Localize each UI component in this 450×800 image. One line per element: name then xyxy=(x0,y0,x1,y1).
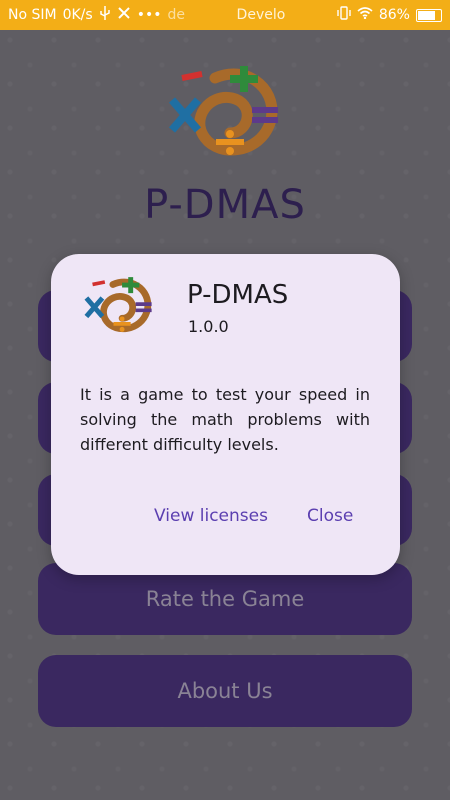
about-us-button[interactable]: About Us xyxy=(38,655,412,727)
vibrate-icon xyxy=(337,6,351,24)
about-dialog: P-DMAS 1.0.0 It is a game to test your s… xyxy=(51,254,400,575)
carrier-text: No SIM xyxy=(8,7,57,23)
battery-icon xyxy=(415,8,442,22)
status-right: 86% xyxy=(337,6,442,24)
app-logo-icon xyxy=(160,58,290,168)
status-bar: No SIM 0K/s ••• de Develo 86% xyxy=(0,0,450,30)
dialog-app-version: 1.0.0 xyxy=(188,317,229,336)
battery-percent: 86% xyxy=(378,7,410,23)
rate-game-label: Rate the Game xyxy=(145,587,305,611)
dialog-description: It is a game to test your speed in solvi… xyxy=(80,385,370,454)
developer-tools-icon xyxy=(117,6,131,24)
about-us-label: About Us xyxy=(177,679,273,703)
app-title: P-DMAS xyxy=(144,182,306,228)
dialog-logo-icon xyxy=(79,272,159,340)
app-screen: No SIM 0K/s ••• de Develo 86% P-DMAS Rat… xyxy=(0,0,450,800)
view-licenses-button[interactable]: View licenses xyxy=(154,506,268,526)
dialog-app-name: P-DMAS xyxy=(187,280,289,310)
usb-icon xyxy=(99,6,111,24)
status-left: No SIM 0K/s ••• de xyxy=(8,6,185,24)
mode-text-prefix: de xyxy=(167,7,185,23)
mode-text: Develo xyxy=(236,7,286,23)
wifi-icon xyxy=(357,7,373,23)
network-speed: 0K/s xyxy=(62,7,93,23)
overflow-dots: ••• xyxy=(136,7,162,23)
close-button[interactable]: Close xyxy=(307,506,353,526)
